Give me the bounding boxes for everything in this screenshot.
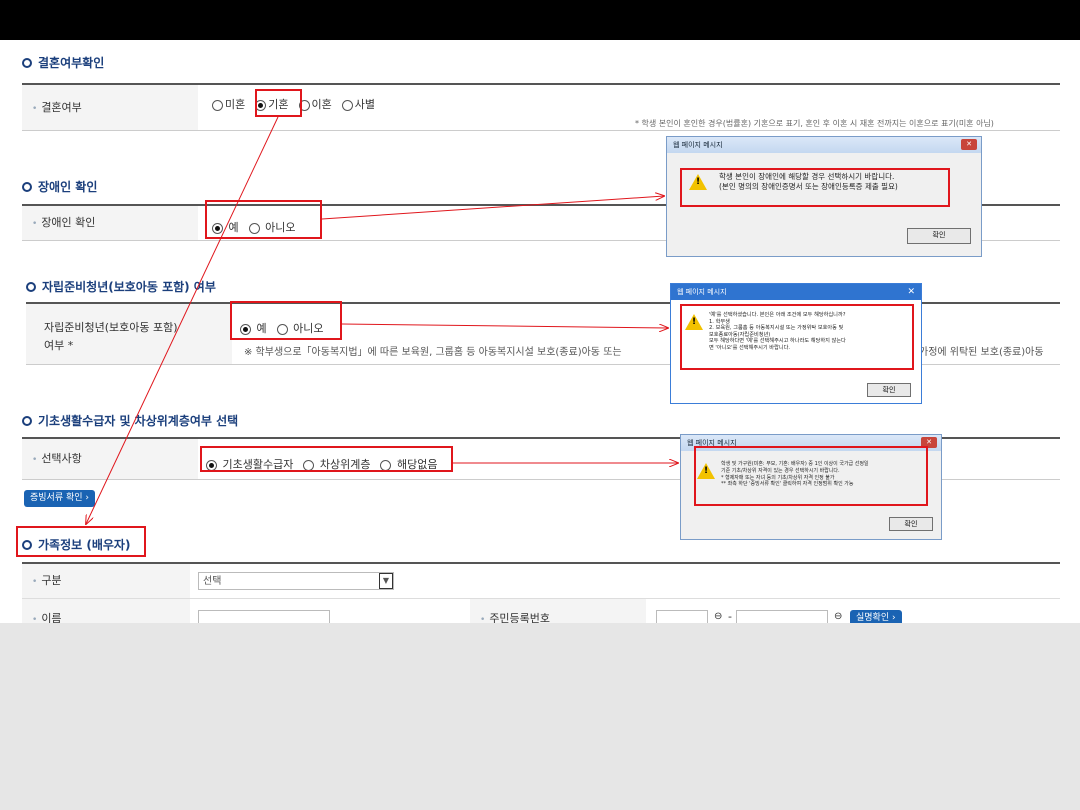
annotation-arrows [0,116,1080,623]
top-bar [0,0,1080,40]
arrow-disability-to-dialog [321,196,664,220]
form-content: 결혼여부확인 • 결혼여부 미혼 기혼 이혼 사별 * 학생 본인이 혼인한 경우(법률… [0,40,1080,623]
arrow-married-to-family [86,116,279,524]
arrow-independent-to-dialog [341,323,668,328]
